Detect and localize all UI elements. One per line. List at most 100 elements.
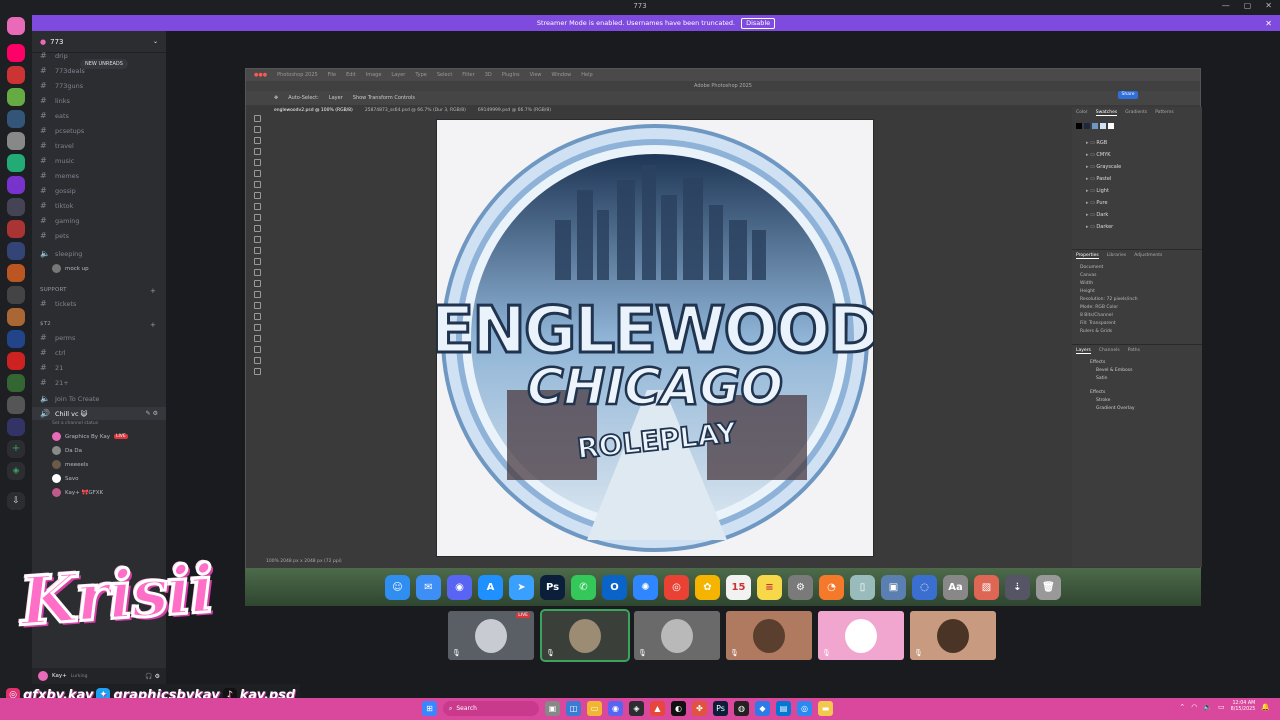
stream-tile[interactable]: 🎙 [818,611,904,660]
stream-tile[interactable]: 🎙 [540,609,630,662]
join-to-create-channel[interactable]: 🔈 Join To Create [32,392,166,405]
panel-tab[interactable]: Swatches [1095,110,1118,116]
voice-user[interactable]: mock up [52,262,89,275]
windows-start-icon[interactable]: ⊞ [422,701,437,716]
server-icon[interactable] [7,396,25,414]
channel-item[interactable]: # tiktok [32,199,166,212]
chrome-icon[interactable]: ◎ [664,574,689,600]
swatch-folder[interactable]: Dark [1072,209,1202,221]
tool-icon[interactable] [253,192,261,199]
tool-icon[interactable] [253,346,261,353]
channel-item[interactable]: #773guns [32,79,166,92]
menu-item[interactable]: Photoshop 2025 [277,72,318,78]
panel-tab[interactable]: Layers [1076,348,1091,354]
tool-icon[interactable] [253,115,261,122]
channel-item[interactable]: # eats [32,109,166,122]
tool-icon[interactable] [253,302,261,309]
server-icon[interactable] [7,132,25,150]
server-icon[interactable] [7,154,25,172]
server-icon[interactable] [7,264,25,282]
server-icon[interactable] [7,44,25,62]
app-icon[interactable]: ◆ [755,701,770,716]
menu-item[interactable]: Type [415,72,426,78]
category-staff[interactable]: $T2 + [40,321,156,329]
property-row[interactable]: Fill: Transparent [1080,320,1194,328]
channel-item[interactable]: #773deals [32,64,166,77]
server-icon[interactable] [7,88,25,106]
close-window-button[interactable]: ✕ [1265,1,1272,10]
property-row[interactable]: Height [1080,288,1194,296]
swatch-folder[interactable]: Pastel [1072,173,1202,185]
stream-tile[interactable]: 🎙 [910,611,996,660]
document-tab[interactable]: 69149999.psd @ 66.7% (RGB/8) [478,108,551,113]
tool-icon[interactable] [253,313,261,320]
document-tab[interactable]: englewoodv2.psd @ 100% (RGB/8) [274,108,353,113]
tool-icon[interactable] [253,280,261,287]
panel-tab[interactable]: Libraries [1107,253,1126,259]
menu-item[interactable]: Help [581,72,592,78]
font-book-icon[interactable]: Aa [943,574,968,600]
tool-icon[interactable] [253,324,261,331]
add-server-icon[interactable]: + [7,440,25,458]
chevron-down-icon[interactable]: ⌄ [153,38,158,45]
document-canvas[interactable]: ENGLEWOOD CHICAGO ROLEPLAY [429,119,883,557]
close-icon[interactable]: ✕ [1265,19,1272,28]
tool-icon[interactable] [253,236,261,243]
tool-icon[interactable] [253,258,261,265]
channel-item[interactable]: # gossip [32,184,166,197]
outlook-icon[interactable]: O [602,574,627,600]
swatch[interactable] [1084,123,1090,129]
image-app-icon[interactable]: ▧ [974,574,999,600]
photoshop-icon[interactable]: Ps [713,701,728,716]
server-icon[interactable] [7,198,25,216]
volume-icon[interactable]: 🔈 [1203,703,1212,711]
layer-row[interactable]: Effects [1090,389,1184,397]
category-support[interactable]: SUPPORT + [40,287,156,295]
files-icon[interactable]: ▯ [850,574,875,600]
stream-tile[interactable]: 🎙 [634,611,720,660]
tool-icon[interactable] [253,126,261,133]
tool-icon[interactable] [253,368,261,375]
property-row[interactable]: Width [1080,280,1194,288]
cursor-icon[interactable]: ➤ [509,574,534,600]
layer-row[interactable]: Bevel & Emboss [1090,367,1184,375]
layer-row[interactable]: Satin [1090,375,1184,383]
swatch-folder[interactable]: Darker [1072,221,1202,233]
app-icon[interactable]: ▲ [650,701,665,716]
disable-streamer-mode-button[interactable]: Disable [741,17,776,29]
property-row[interactable]: Resolution: 72 pixels/inch [1080,296,1194,304]
menu-item[interactable]: File [328,72,336,78]
swatch[interactable] [1092,123,1098,129]
tool-icon[interactable] [253,247,261,254]
panel-tab[interactable]: Color [1076,110,1088,116]
transform-controls-checkbox[interactable]: Show Transform Controls [353,95,415,101]
layer-dropdown[interactable]: Layer [329,95,343,101]
panel-tab[interactable]: Properties [1076,253,1099,259]
server-icon[interactable] [7,220,25,238]
menu-item[interactable]: Edit [346,72,356,78]
photos-icon[interactable]: ✿ [695,574,720,600]
tool-icon[interactable] [253,214,261,221]
screenshot-icon[interactable]: ◌ [912,574,937,600]
panel-tab[interactable]: Patterns [1155,110,1174,116]
tool-icon[interactable] [253,335,261,342]
menu-item[interactable]: Plugins [502,72,520,78]
sticky-notes-icon[interactable]: ▬ [818,701,833,716]
app-icon[interactable]: ✤ [692,701,707,716]
tool-icon[interactable] [253,181,261,188]
layer-row[interactable]: Effects [1090,359,1184,367]
swatch-folder[interactable]: Grayscale [1072,161,1202,173]
stream-tile[interactable]: 🎙 LIVE [448,611,534,660]
voice-user[interactable]: meeeels [52,458,88,471]
tool-icon[interactable] [253,291,261,298]
voice-channel-sleeping[interactable]: 🔈 sleeping [32,247,166,260]
calendar-icon[interactable]: 15 [726,574,751,600]
server-icon[interactable] [7,330,25,348]
channel-item[interactable]: # pcsetups [32,124,166,137]
discord-icon[interactable]: ◉ [447,574,472,600]
layer-row[interactable]: Gradient Overlay [1090,405,1184,413]
chrome-icon[interactable]: ◎ [797,701,812,716]
layer-row[interactable]: Stroke [1090,397,1184,405]
menu-item[interactable]: Layer [391,72,405,78]
traffic-lights-icon[interactable]: ●●● [254,72,267,78]
